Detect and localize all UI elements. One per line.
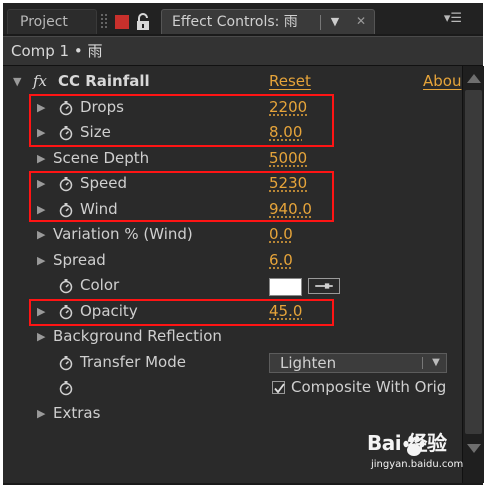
twirl-arrow-icon[interactable]: ▶ <box>37 324 45 349</box>
param-row-spread[interactable]: ▶ Spread 6.0 <box>3 248 462 274</box>
highlight-drops-size <box>29 94 334 147</box>
twirl-arrow-icon[interactable]: ▶ <box>37 146 45 171</box>
param-row-scene-depth[interactable]: ▶ Scene Depth 5000 <box>3 146 462 172</box>
param-row-composite[interactable]: Composite With Orig <box>3 375 462 401</box>
twirl-arrow-icon[interactable]: ▶ <box>37 248 45 273</box>
param-row-extras[interactable]: ▶ Extras <box>3 401 462 427</box>
panel-tab-bar: Project Effect Controls: 雨 ▼ ✕ ▾☰ <box>3 3 483 34</box>
param-label: Spread <box>53 250 106 269</box>
param-value-scene-depth[interactable]: 5000 <box>269 146 307 171</box>
param-label: Background Reflection <box>53 327 222 345</box>
param-value-spread[interactable]: 6.0 <box>269 248 293 273</box>
effect-name: CC Rainfall <box>58 72 150 90</box>
param-label: Scene Depth <box>53 148 150 167</box>
select-separator <box>422 356 423 369</box>
stopwatch-icon[interactable] <box>58 278 74 294</box>
comp-path: Comp 1 • 雨 <box>3 36 483 66</box>
param-row-variation[interactable]: ▶ Variation % (Wind) 0.0 <box>3 222 462 248</box>
stopwatch-icon[interactable] <box>58 355 74 371</box>
param-row-transfer-mode[interactable]: Transfer Mode Lighten ▼ <box>3 350 462 376</box>
tab-project-label: Project <box>20 14 68 30</box>
eyedropper-icon[interactable] <box>308 278 340 294</box>
tab-effect-controls[interactable]: Effect Controls: 雨 ▼ ✕ <box>161 9 375 34</box>
panel-color-swatch <box>115 15 129 29</box>
param-row-background-reflection[interactable]: ▶ Background Reflection <box>3 324 462 350</box>
transfer-mode-value: Lighten <box>280 353 337 372</box>
effect-header-row[interactable]: ▼ fx CC Rainfall Reset Abou <box>3 69 462 95</box>
close-icon[interactable]: ✕ <box>352 12 370 30</box>
chevron-down-icon[interactable]: ▼ <box>326 13 344 31</box>
param-label: Color <box>80 276 120 294</box>
grip-icon[interactable] <box>100 13 108 29</box>
fx-icon[interactable]: fx <box>33 69 47 94</box>
panel-menu-icon[interactable]: ▾☰ <box>441 9 465 29</box>
checkmark-icon <box>274 383 285 394</box>
scroll-down-icon[interactable] <box>467 444 481 453</box>
param-label: Variation % (Wind) <box>53 225 193 243</box>
transfer-mode-select[interactable]: Lighten ▼ <box>269 352 447 373</box>
stopwatch-icon[interactable] <box>58 380 74 396</box>
lock-icon[interactable] <box>135 13 151 31</box>
color-swatch[interactable] <box>269 278 302 296</box>
baidu-paw-icon <box>403 435 425 456</box>
param-value-variation[interactable]: 0.0 <box>269 222 293 247</box>
composite-label: Composite With Orig <box>291 378 447 396</box>
param-label: Transfer Mode <box>80 352 186 371</box>
chevron-down-icon[interactable]: ▼ <box>428 354 444 372</box>
about-link[interactable]: Abou <box>423 69 461 94</box>
composite-checkbox[interactable] <box>272 381 285 394</box>
twirl-arrow-icon[interactable]: ▼ <box>13 69 21 94</box>
highlight-speed-wind <box>29 171 334 222</box>
twirl-arrow-icon[interactable]: ▶ <box>37 401 45 426</box>
reset-link[interactable]: Reset <box>269 69 311 94</box>
effect-controls-panel: Project Effect Controls: 雨 ▼ ✕ ▾☰ Comp 1… <box>3 3 484 485</box>
scroll-track[interactable] <box>465 90 482 434</box>
watermark-url: jingyan.baidu.com <box>371 459 464 470</box>
param-row-color[interactable]: Color <box>3 273 462 299</box>
tab-effect-controls-label: Effect Controls: 雨 <box>172 14 298 30</box>
effect-params-list: ▼ fx CC Rainfall Reset Abou ▶ Drops 2200… <box>3 66 462 483</box>
scroll-up-icon[interactable] <box>467 74 481 83</box>
tab-separator <box>320 15 321 30</box>
param-label: Extras <box>53 403 101 422</box>
scrollbar[interactable] <box>462 66 484 483</box>
tab-project[interactable]: Project <box>7 9 97 34</box>
highlight-opacity <box>29 299 334 326</box>
twirl-arrow-icon[interactable]: ▶ <box>37 222 45 247</box>
baidu-watermark: Bai 经验 jingyan.baidu.com <box>363 431 463 479</box>
